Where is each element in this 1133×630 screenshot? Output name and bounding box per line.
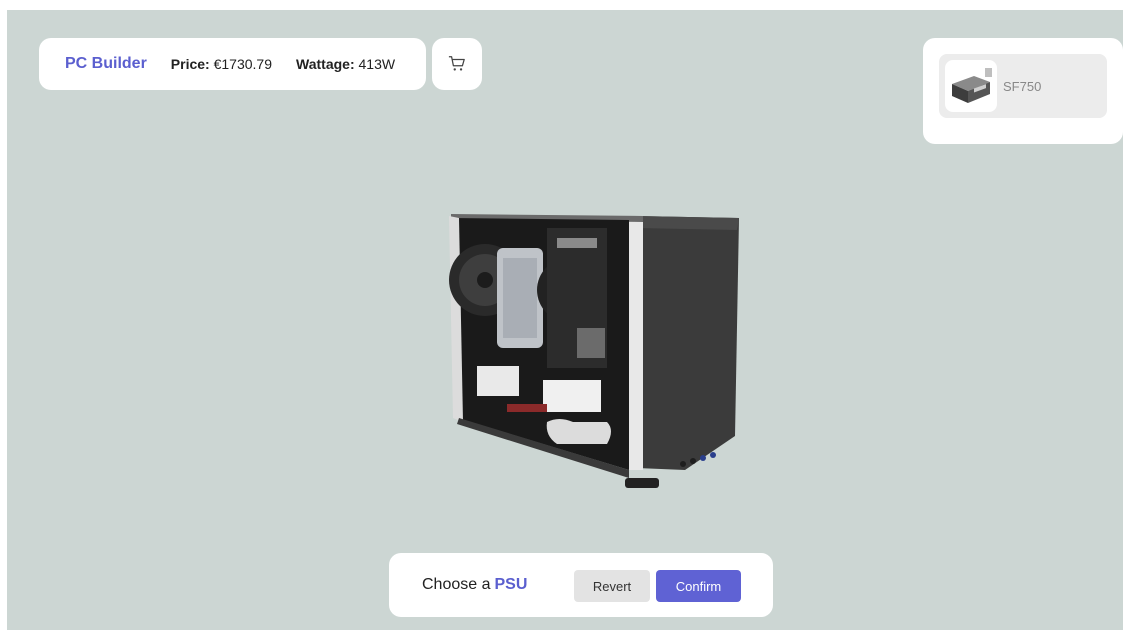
psu-icon xyxy=(952,68,992,103)
builder-viewport[interactable]: PC Builder Price: €1730.79 Wattage: 413W xyxy=(7,10,1123,630)
psu-thumbnail xyxy=(945,60,997,112)
selected-parts-panel: SF750 xyxy=(923,38,1123,144)
pc-case-render[interactable] xyxy=(437,208,747,498)
revert-button[interactable]: Revert xyxy=(574,570,650,602)
cart-icon xyxy=(448,56,465,71)
top-info-bar: PC Builder Price: €1730.79 Wattage: 413W xyxy=(39,38,426,90)
part-label: SF750 xyxy=(1003,78,1042,94)
prompt-prefix: Choose a xyxy=(422,576,491,593)
wattage-value: 413W xyxy=(358,56,396,72)
cart-button[interactable] xyxy=(432,38,482,90)
price-stat: Price: €1730.79 xyxy=(171,56,272,72)
pc-case-image xyxy=(449,214,739,488)
component-chooser-bar: Choose a PSU Revert Confirm xyxy=(389,553,773,617)
prompt-component-type: PSU xyxy=(494,576,528,593)
wattage-stat: Wattage: 413W xyxy=(296,56,395,72)
choose-prompt: Choose a PSU xyxy=(422,553,527,617)
part-item-psu[interactable]: SF750 xyxy=(939,54,1107,118)
price-value: €1730.79 xyxy=(213,56,273,72)
confirm-button[interactable]: Confirm xyxy=(656,570,741,602)
wattage-label: Wattage: xyxy=(296,56,355,72)
price-label: Price: xyxy=(170,56,210,72)
app-title: PC Builder xyxy=(65,55,147,72)
